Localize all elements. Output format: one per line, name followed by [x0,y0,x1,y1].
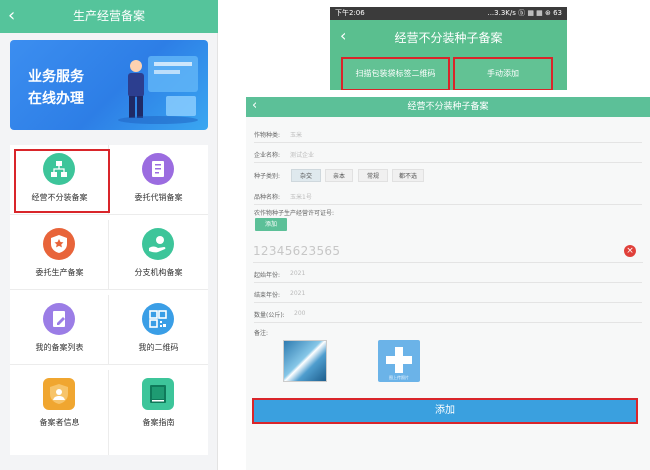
upload-caption: 图上传照片 [389,375,409,380]
book-icon [142,378,174,410]
manual-add-button[interactable]: 手动添加 [453,57,553,90]
form-title: 经营不分装种子备案 [407,102,489,112]
variety-name-field[interactable]: 品种名称: 玉米1号 [254,192,642,205]
menu-item-my-filings[interactable]: 我的备案列表 [10,295,109,365]
uploaded-photo-thumbnail[interactable] [283,340,327,382]
quantity-field[interactable]: 数量(公斤): 200 [254,310,642,323]
status-time: 下午2:06 [335,9,365,17]
strip-title: 经营不分装种子备案 [394,31,503,45]
service-banner: 业务服务 在线办理 [10,40,208,130]
field-value: 玉米 [290,132,303,139]
license-field: 农作物种子生产经营许可证号: [254,208,642,219]
menu-item-label: 分支机构备案 [134,268,183,277]
menu-item-label: 我的二维码 [138,343,179,352]
submit-add-button[interactable]: 添加 [252,398,638,424]
upload-photo-button[interactable]: 图上传照片 [378,340,420,382]
field-value: 200 [294,310,306,317]
field-label: 作物种类: [254,132,281,139]
menu-item-label: 委托生产备案 [35,268,84,277]
divider [253,262,643,263]
menu-item-consignment-filing[interactable]: 委托代销备案 [109,145,208,215]
remark-field: 备注: [254,328,642,339]
field-value: 玉米1号 [290,194,312,201]
status-bar: 下午2:06 ...3.3K/s ⓑ ▦ ▦ ⊛ 63 [330,7,567,20]
crop-type-field[interactable]: 作物种类: 玉米 [254,130,642,143]
menu-item-my-qr-code[interactable]: 我的二维码 [109,295,208,365]
left-phone-screen: ‹ 生产经营备案 业务服务 在线办理 经营不分装备案 委托代销备案 委托生产备案… [0,0,218,470]
star-badge-icon [43,228,75,260]
plus-icon-bar [386,356,412,364]
field-label: 企业名称: [254,152,281,159]
add-license-button[interactable]: 添加 [255,218,287,231]
field-value: 测试企业 [290,152,315,159]
field-label: 结束年份: [254,292,281,299]
start-year-field[interactable]: 起始年份: 2021 [254,270,642,283]
edit-doc-icon [43,303,75,335]
menu-item-label: 我的备案列表 [35,343,84,352]
menu-item-label: 备案者信息 [39,418,80,427]
banner-line-1: 业务服务 [28,69,84,85]
highlight-annotation [14,149,110,213]
seed-type-parent[interactable]: 亲本 [325,169,353,182]
field-label: 备注: [254,330,269,337]
field-label: 起始年份: [254,272,281,279]
person-shield-icon [43,378,75,410]
page-title: 生产经营备案 [72,9,145,23]
field-label: 农作物种子生产经营许可证号: [254,210,335,217]
seed-type-conventional[interactable]: 常规 [358,169,388,182]
scan-qr-button[interactable]: 扫描包装袋标签二维码 [341,57,450,90]
menu-item-label: 委托代销备案 [134,193,183,202]
seed-type-none[interactable]: 都不选 [392,169,424,182]
document-icon [142,153,174,185]
license-number-input[interactable]: 12345623565 [253,244,340,258]
menu-item-branch-filing[interactable]: 分支机构备案 [109,220,208,290]
seed-type-hybrid[interactable]: 杂交 [291,169,321,182]
field-label: 品种名称: [254,194,281,201]
end-year-field[interactable]: 结束年份: 2021 [254,290,642,303]
field-label: 数量(公斤): [254,312,285,319]
app-header: ‹ 生产经营备案 [0,0,218,33]
top-phone-strip: 下午2:06 ...3.3K/s ⓑ ▦ ▦ ⊛ 63 ‹ 经营不分装种子备案 … [330,7,567,90]
menu-item-contract-production[interactable]: 委托生产备案 [10,220,109,290]
field-label: 种子类别: [254,173,281,180]
status-indicators: ...3.3K/s ⓑ ▦ ▦ ⊛ 63 [487,9,562,17]
close-icon[interactable]: × [624,245,636,257]
menu-item-label: 备案指南 [142,418,175,427]
hand-coin-icon [142,228,174,260]
menu-item-filing-guide[interactable]: 备案指南 [109,370,208,455]
form-header: ‹ 经营不分装种子备案 [246,97,650,117]
field-value: 2021 [290,270,306,277]
menu-item-filer-info[interactable]: 备案者信息 [10,370,109,455]
qr-code-icon [142,303,174,335]
banner-illustration-icon [118,56,198,124]
company-name-field[interactable]: 企业名称: 测试企业 [254,150,642,163]
banner-line-2: 在线办理 [28,91,84,107]
field-value: 2021 [290,290,306,297]
